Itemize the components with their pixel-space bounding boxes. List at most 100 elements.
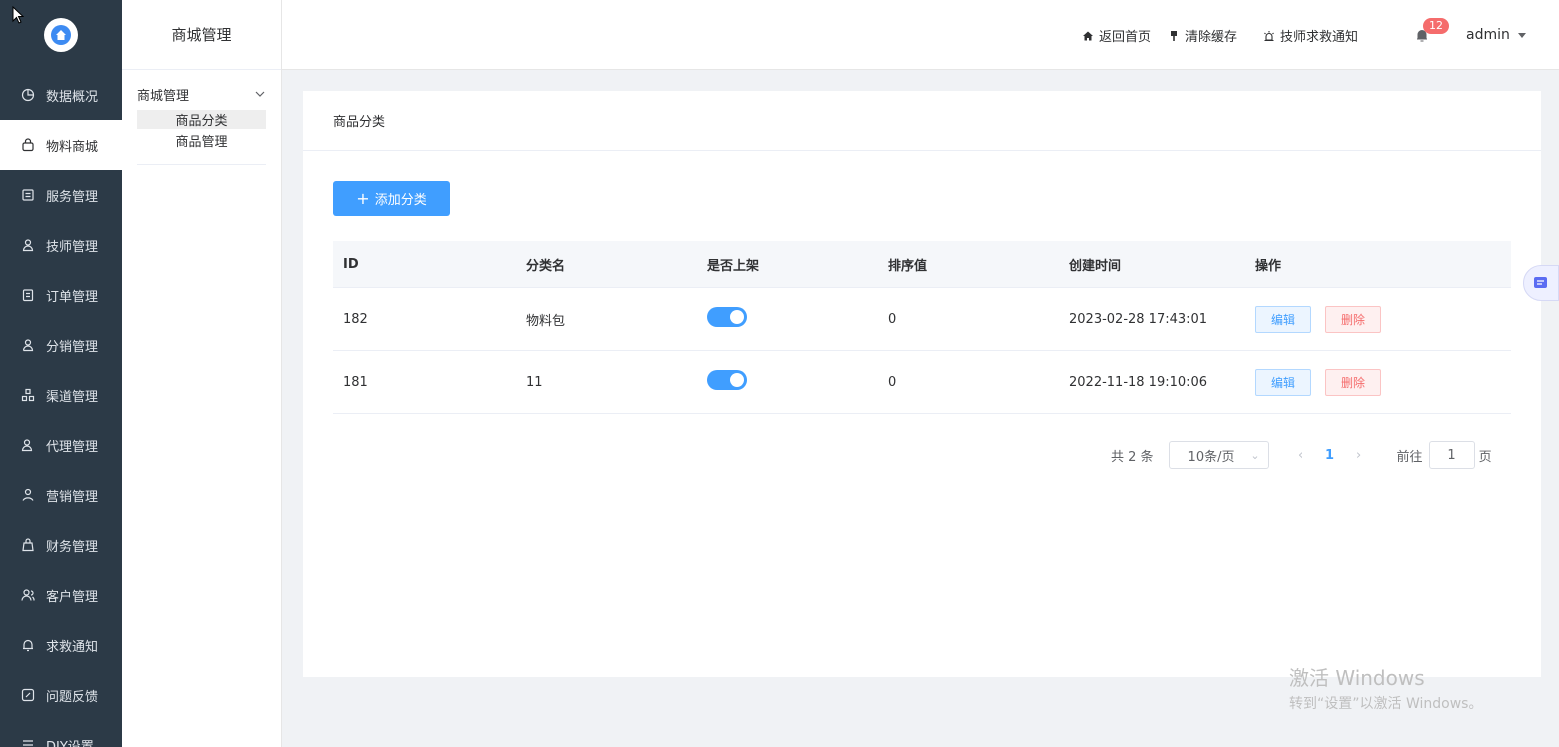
- brush-icon: [1168, 30, 1180, 42]
- page-number-current[interactable]: 1: [1315, 448, 1345, 463]
- caret-down-icon: [1517, 32, 1526, 38]
- edit-button[interactable]: 编辑: [1255, 368, 1311, 396]
- agent-icon: [21, 438, 35, 452]
- col-header-name: 分类名: [526, 258, 566, 274]
- feedback-icon: [21, 688, 35, 702]
- cell-created: 2023-02-28 17:43:01: [1069, 311, 1208, 327]
- home-icon: [1082, 30, 1094, 42]
- nav-item-order[interactable]: 订单管理: [0, 270, 122, 320]
- nav-item-label: 物料商城: [46, 139, 99, 155]
- nav-item-feedback[interactable]: 问题反馈: [0, 670, 122, 720]
- prev-page-button[interactable]: ‹: [1287, 448, 1315, 463]
- home-link[interactable]: 返回首页: [1082, 26, 1151, 45]
- nav-item-service[interactable]: 服务管理: [0, 170, 122, 220]
- nav-item-marketing[interactable]: 营销管理: [0, 470, 122, 520]
- nav-item-material-mall[interactable]: 物料商城: [0, 120, 122, 170]
- plus-icon: +: [356, 188, 370, 208]
- finance-icon: [21, 538, 35, 552]
- add-category-button[interactable]: + 添加分类: [333, 181, 450, 216]
- distribution-icon: [21, 338, 35, 352]
- nav-item-agent[interactable]: 代理管理: [0, 420, 122, 470]
- delete-button[interactable]: 删除: [1325, 368, 1381, 396]
- submenu-link-goods[interactable]: 商品管理: [137, 131, 266, 150]
- nav-item-label: 财务管理: [46, 539, 99, 555]
- bell-icon: [21, 638, 35, 652]
- alarm-icon: [1263, 30, 1275, 42]
- floating-chat-tab[interactable]: [1523, 265, 1559, 301]
- col-header-created: 创建时间: [1069, 258, 1122, 274]
- next-page-button[interactable]: ›: [1345, 448, 1373, 463]
- service-icon: [21, 188, 35, 202]
- on-shelf-toggle[interactable]: [707, 370, 747, 390]
- cell-id: 182: [343, 311, 368, 327]
- main-sidebar: 数据概况 物料商城 服务管理 技师管理 订单管理 分销管理 渠道管理 代理管理 …: [0, 0, 122, 747]
- category-card: 商品分类 + 添加分类 ID 分类名 是否上架 排序值 创建时间 操作 182 …: [303, 91, 1541, 677]
- chevron-down-icon: ⌄: [1250, 448, 1260, 462]
- secondary-menu: 商城管理 商城管理 商品分类 商品管理: [122, 0, 282, 747]
- notification-badge: 12: [1423, 18, 1449, 34]
- shopping-bag-icon: [21, 138, 35, 152]
- goto-suffix: 页: [1478, 449, 1492, 465]
- nav-item-technician[interactable]: 技师管理: [0, 220, 122, 270]
- home-link-label: 返回首页: [1099, 30, 1152, 45]
- nav-item-label: DIY设置: [46, 739, 94, 747]
- cell-id: 181: [343, 374, 368, 390]
- nav-item-label: 营销管理: [46, 489, 99, 505]
- nav-item-diy[interactable]: DIY设置: [0, 720, 122, 747]
- cell-name: 物料包: [526, 313, 566, 329]
- watermark-title: 激活 Windows: [1289, 666, 1425, 690]
- channel-icon: [21, 388, 35, 402]
- card-title: 商品分类: [303, 91, 1541, 151]
- col-header-id: ID: [343, 256, 359, 272]
- mouse-cursor-icon: [12, 6, 24, 24]
- nav-item-data-overview[interactable]: 数据概况: [0, 70, 122, 120]
- nav-item-label: 分销管理: [46, 339, 99, 355]
- chat-icon: [1534, 277, 1547, 288]
- cell-actions: 编辑 删除: [1240, 368, 1511, 396]
- submenu-title: 商城管理: [122, 0, 281, 70]
- submenu-group: 商城管理 商品分类 商品管理: [137, 70, 266, 165]
- home-logo-icon: [51, 25, 71, 45]
- nav-item-label: 订单管理: [46, 289, 99, 305]
- clear-cache-label: 清除缓存: [1185, 30, 1238, 45]
- cell-sort: 0: [888, 311, 897, 327]
- delete-button[interactable]: 删除: [1325, 305, 1381, 333]
- nav-item-label: 求救通知: [46, 639, 99, 655]
- page-size-value: 10条/页: [1187, 449, 1235, 465]
- order-icon: [21, 288, 35, 302]
- nav-item-finance[interactable]: 财务管理: [0, 520, 122, 570]
- user-menu[interactable]: admin: [1466, 27, 1526, 43]
- clear-cache-link[interactable]: 清除缓存: [1168, 26, 1237, 45]
- add-category-label: 添加分类: [374, 193, 427, 208]
- submenu-link-category[interactable]: 商品分类: [137, 110, 266, 129]
- nav-item-label: 技师管理: [46, 239, 99, 255]
- submenu-group-header[interactable]: 商城管理: [137, 82, 266, 106]
- cell-on-shelf: [697, 370, 878, 394]
- nav-item-label: 渠道管理: [46, 389, 99, 405]
- col-header-sort: 排序值: [888, 258, 928, 274]
- nav-item-distribution[interactable]: 分销管理: [0, 320, 122, 370]
- pie-chart-icon: [21, 88, 35, 102]
- cell-on-shelf: [697, 307, 878, 331]
- page-size-select[interactable]: 10条/页 ⌄: [1168, 441, 1269, 469]
- customer-icon: [21, 588, 35, 602]
- pagination-total: 共 2 条: [1111, 449, 1154, 465]
- pagination: 共 2 条 10条/页 ⌄ ‹ 1 › 前往 页: [1111, 441, 1492, 469]
- nav-item-channel[interactable]: 渠道管理: [0, 370, 122, 420]
- nav-item-customer[interactable]: 客户管理: [0, 570, 122, 620]
- edit-button[interactable]: 编辑: [1255, 305, 1311, 333]
- sos-notice-link[interactable]: 技师求救通知: [1263, 26, 1358, 45]
- diy-icon: [21, 738, 35, 747]
- marketing-icon: [21, 488, 35, 502]
- cell-actions: 编辑 删除: [1240, 305, 1511, 333]
- on-shelf-toggle[interactable]: [707, 307, 747, 327]
- table-row: 181 11 0 2022-11-18 19:10:06 编辑 删除: [333, 351, 1511, 414]
- nav-item-label: 代理管理: [46, 439, 99, 455]
- cell-name: 11: [526, 374, 543, 390]
- goto-page-input[interactable]: [1428, 441, 1475, 469]
- submenu-group-label: 商城管理: [137, 88, 190, 104]
- nav-item-sos[interactable]: 求救通知: [0, 620, 122, 670]
- sos-notice-label: 技师求救通知: [1280, 30, 1359, 45]
- nav-item-label: 服务管理: [46, 189, 99, 205]
- category-table: ID 分类名 是否上架 排序值 创建时间 操作 182 物料包 0 2023-0…: [333, 241, 1511, 414]
